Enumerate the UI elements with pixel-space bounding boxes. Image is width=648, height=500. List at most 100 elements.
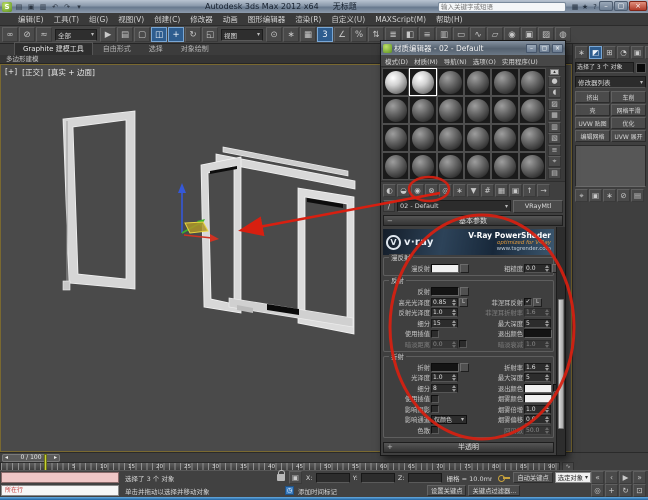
spinner-arrows-icon[interactable]: [452, 319, 456, 327]
material-sample-slot[interactable]: [464, 96, 492, 124]
select-and-move-icon[interactable]: +: [168, 27, 184, 42]
material-sample-slot[interactable]: [409, 96, 437, 124]
close-button[interactable]: ×: [629, 1, 647, 11]
param-checkbox[interactable]: [431, 426, 439, 434]
modifier-button[interactable]: UVW 展开: [611, 130, 646, 142]
material-editor-menu-item[interactable]: 模式(D): [385, 56, 408, 66]
param-checkbox[interactable]: [431, 394, 439, 403]
param-dropdown[interactable]: 仅颜色 ▾: [431, 415, 467, 424]
door-panel-left[interactable]: [200, 156, 242, 314]
maximize-viewport-toggle-icon[interactable]: ⊡: [633, 484, 646, 497]
material-sample-slot[interactable]: [491, 124, 519, 152]
spinner-arrows-icon[interactable]: [545, 374, 549, 381]
ribbon-tab[interactable]: Graphite 建模工具: [14, 42, 93, 55]
unlink-selection-icon[interactable]: ⊘: [19, 27, 35, 42]
new-file-icon[interactable]: ▤: [14, 2, 24, 12]
param-spinner[interactable]: 50.0: [524, 425, 551, 435]
help-search-box[interactable]: [438, 1, 566, 12]
previous-frame-arrow[interactable]: ◂: [5, 455, 8, 461]
display-tab-icon[interactable]: ▣: [631, 46, 644, 59]
material-sample-slot[interactable]: [518, 124, 546, 152]
keyboard-shortcut-override-icon[interactable]: ▦: [300, 27, 316, 42]
communication-center-icon[interactable]: ▦: [570, 2, 580, 12]
object-name-field[interactable]: 选择了 3 个 对象: [575, 62, 634, 73]
translucency-rollout[interactable]: + 半透明: [383, 441, 554, 453]
auto-key-button[interactable]: 自动关键点: [513, 472, 553, 483]
param-spinner[interactable]: 0.85: [431, 297, 458, 307]
param-map-button[interactable]: [460, 264, 469, 273]
sample-type-icon[interactable]: ●: [548, 75, 561, 87]
viewport-label-item[interactable]: [真实 + 边面]: [48, 67, 95, 78]
coordinate-field[interactable]: [407, 472, 442, 483]
select-and-manipulate-icon[interactable]: ∗: [283, 27, 299, 42]
spinner-arrows-icon[interactable]: [452, 340, 456, 348]
basic-parameters-rollout[interactable]: − 基本参数: [383, 215, 563, 226]
select-and-scale-icon[interactable]: ◱: [202, 27, 218, 42]
show-map-in-viewport-icon[interactable]: ▦: [495, 183, 508, 197]
select-and-rotate-icon[interactable]: ↻: [185, 27, 201, 42]
param-color-swatch[interactable]: [524, 383, 552, 393]
param-color-swatch[interactable]: [524, 329, 552, 338]
object-color-swatch[interactable]: [636, 62, 646, 73]
save-file-icon[interactable]: ▥: [38, 2, 48, 12]
background-icon[interactable]: ▨: [548, 98, 561, 110]
param-checkbox[interactable]: ✓: [524, 298, 532, 306]
material-sample-slot[interactable]: [464, 124, 492, 152]
material-editor-menu-item[interactable]: 选项(O): [473, 56, 496, 66]
material-sample-slot[interactable]: [436, 96, 464, 124]
coordinate-field[interactable]: [360, 472, 395, 483]
window-crossing-icon[interactable]: ◫: [151, 27, 167, 42]
menu-item[interactable]: 修改器: [190, 14, 213, 25]
spinner-arrows-icon[interactable]: [545, 319, 549, 327]
param-spinner[interactable]: 1.0: [431, 373, 458, 382]
material-sample-slot[interactable]: [382, 68, 410, 96]
go-to-sibling-icon[interactable]: →: [537, 183, 550, 197]
param-spinner[interactable]: 0.0: [524, 264, 551, 273]
material-sample-slot[interactable]: [491, 152, 519, 180]
search-input[interactable]: [439, 2, 565, 11]
select-by-name-icon[interactable]: ▤: [117, 27, 133, 42]
snaps-toggle-3d-icon[interactable]: 3: [317, 27, 333, 42]
undo-icon[interactable]: ↶: [50, 2, 60, 12]
video-color-check-icon[interactable]: ▥: [548, 121, 561, 133]
modifier-button[interactable]: 挤出: [575, 91, 610, 103]
maxscript-mini-listener[interactable]: 所在行: [1, 485, 119, 496]
material-sample-slot[interactable]: [436, 152, 464, 180]
time-cursor[interactable]: [44, 454, 47, 471]
param-lock-button[interactable]: L: [459, 297, 468, 307]
modify-tab-icon[interactable]: ◩: [589, 46, 602, 59]
material-sample-slot[interactable]: [409, 124, 437, 152]
param-spinner[interactable]: 1.0: [524, 339, 551, 349]
play-animation-icon[interactable]: ▶: [619, 471, 632, 484]
scrollbar-thumb[interactable]: [558, 299, 564, 429]
select-by-material-icon[interactable]: ⌖: [548, 156, 561, 167]
material-id-channel-icon[interactable]: #: [481, 183, 494, 197]
remove-modifier-icon[interactable]: ⊘: [617, 189, 630, 202]
backlight-icon[interactable]: ◖: [548, 87, 561, 98]
pan-icon[interactable]: +: [605, 484, 618, 497]
modifier-list-dropdown[interactable]: 修改器列表 ▾: [575, 76, 646, 88]
absolute-mode-icon[interactable]: ▣: [288, 471, 302, 484]
param-spinner[interactable]: 15: [431, 318, 458, 328]
select-and-link-icon[interactable]: ∞: [2, 27, 18, 42]
material-editor-scrollbar[interactable]: [556, 227, 565, 455]
modifier-stack-list[interactable]: [575, 145, 646, 187]
make-unique-icon[interactable]: ∗: [453, 183, 466, 197]
material-sample-slot[interactable]: [491, 68, 519, 96]
spinner-arrows-icon[interactable]: [545, 405, 549, 413]
param-map-button[interactable]: [460, 362, 469, 372]
menu-item[interactable]: 编辑(E): [18, 14, 44, 25]
menu-item[interactable]: MAXScript(M): [375, 15, 426, 24]
modifier-button[interactable]: UVW 贴图: [575, 117, 610, 129]
menu-item[interactable]: 工具(T): [54, 14, 79, 25]
bind-to-space-warp-icon[interactable]: ≈: [36, 27, 52, 42]
material-sample-slot[interactable]: [409, 152, 437, 180]
menu-item[interactable]: 视图(V): [118, 14, 144, 25]
spinner-arrows-icon[interactable]: [545, 340, 549, 348]
minimize-button[interactable]: –: [599, 1, 613, 11]
dialog-maximize-button[interactable]: ▢: [539, 43, 550, 53]
param-spinner[interactable]: 5: [524, 373, 551, 382]
ribbon-tab[interactable]: 自由形式: [95, 43, 139, 55]
make-material-copy-icon[interactable]: ◎: [439, 183, 452, 197]
spinner-arrows-icon[interactable]: [452, 374, 456, 381]
